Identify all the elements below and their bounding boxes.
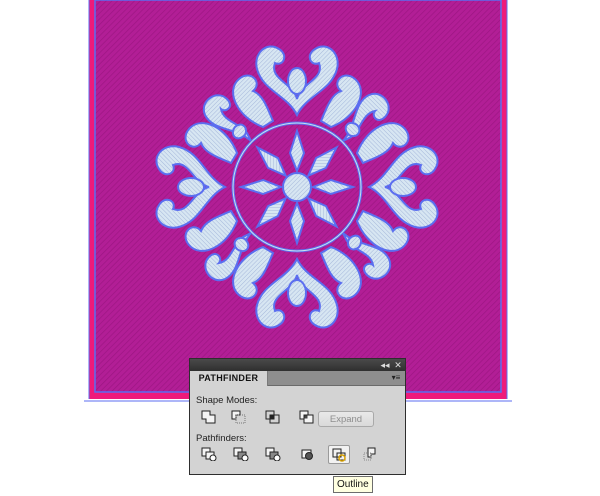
- panel-titlebar[interactable]: ◂◂ ✕: [190, 359, 405, 371]
- unite-icon: [201, 410, 216, 424]
- crop-icon: [301, 449, 313, 460]
- pathfinders-label: Pathfinders:: [196, 433, 247, 444]
- merge-icon: [265, 447, 281, 461]
- unite-button[interactable]: [198, 408, 220, 427]
- trim-button[interactable]: [230, 445, 252, 464]
- close-icon[interactable]: ✕: [392, 360, 404, 370]
- minus-back-button[interactable]: [360, 445, 382, 464]
- collapse-icon[interactable]: ◂◂: [379, 360, 391, 370]
- minus-back-icon: [363, 447, 376, 461]
- exclude-button[interactable]: [296, 408, 318, 427]
- intersect-button[interactable]: [262, 408, 284, 427]
- merge-button[interactable]: [262, 445, 284, 464]
- divide-button[interactable]: [198, 445, 220, 464]
- panel-menu-icon[interactable]: ▾≡: [390, 373, 402, 383]
- artwork-canvas[interactable]: [84, 0, 512, 402]
- minus-front-button[interactable]: [228, 408, 250, 427]
- panel-tab-row: PATHFINDER ▾≡: [190, 371, 405, 386]
- intersect-icon: [265, 410, 280, 424]
- exclude-icon: [299, 410, 314, 424]
- pathfinder-panel: ◂◂ ✕ PATHFINDER ▾≡ Shape Modes: Expand P: [189, 358, 406, 475]
- outline-tooltip: Outline: [333, 476, 373, 493]
- minus-front-icon: [231, 410, 246, 424]
- trim-icon: [233, 447, 249, 461]
- artwork-svg: [84, 0, 512, 402]
- crop-button[interactable]: [296, 445, 318, 464]
- expand-button[interactable]: Expand: [318, 411, 374, 427]
- outline-icon: [332, 448, 346, 462]
- divide-icon: [201, 447, 217, 461]
- shape-modes-label: Shape Modes:: [196, 395, 258, 406]
- tab-pathfinder[interactable]: PATHFINDER: [190, 371, 268, 386]
- outline-button[interactable]: [328, 445, 350, 464]
